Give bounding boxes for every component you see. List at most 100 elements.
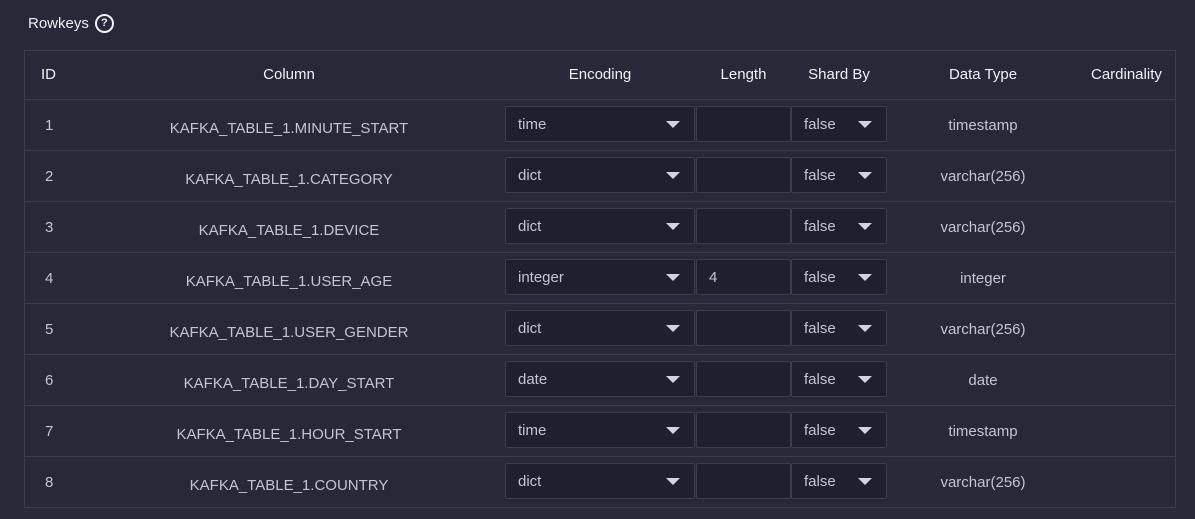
row-column-name: KAFKA_TABLE_1.HOUR_START <box>176 426 402 443</box>
header-cardinality: Cardinality <box>1091 66 1162 83</box>
header-encoding: Encoding <box>568 66 632 83</box>
row-data-type: integer <box>960 270 1006 287</box>
row-id: 4 <box>45 270 54 287</box>
shard-by-select[interactable]: false <box>791 310 887 346</box>
length-input[interactable] <box>696 157 791 193</box>
encoding-select[interactable]: dict <box>505 463 695 499</box>
table-row: 7 KAFKA_TABLE_1.HOUR_START time false ti… <box>25 406 1175 457</box>
row-column-name: KAFKA_TABLE_1.DAY_START <box>183 375 395 392</box>
caret-down-icon <box>858 223 872 230</box>
row-id: 3 <box>45 219 54 236</box>
caret-down-icon <box>666 376 680 383</box>
caret-down-icon <box>858 274 872 281</box>
shard-by-value: false <box>804 269 836 286</box>
length-input[interactable] <box>696 259 791 295</box>
caret-down-icon <box>858 478 872 485</box>
length-input[interactable] <box>696 310 791 346</box>
row-column-name: KAFKA_TABLE_1.USER_AGE <box>185 273 393 290</box>
table-row: 3 KAFKA_TABLE_1.DEVICE dict false varcha… <box>25 202 1175 253</box>
table-row: 5 KAFKA_TABLE_1.USER_GENDER dict false v… <box>25 304 1175 355</box>
table-row: 8 KAFKA_TABLE_1.COUNTRY dict false varch… <box>25 457 1175 508</box>
encoding-value: dict <box>518 320 542 337</box>
encoding-value: date <box>518 371 548 388</box>
encoding-select[interactable]: time <box>505 106 695 142</box>
encoding-select[interactable]: dict <box>505 310 695 346</box>
table-header: ID Column Encoding Length Shard By Data … <box>25 51 1175 100</box>
row-column-name: KAFKA_TABLE_1.MINUTE_START <box>169 120 409 137</box>
encoding-select[interactable]: date <box>505 361 695 397</box>
header-length: Length <box>720 66 767 83</box>
shard-by-value: false <box>804 218 836 235</box>
row-data-type: timestamp <box>948 117 1018 134</box>
encoding-value: integer <box>518 269 564 286</box>
shard-by-value: false <box>804 116 836 133</box>
encoding-select[interactable]: dict <box>505 157 695 193</box>
shard-by-select[interactable]: false <box>791 259 887 295</box>
row-data-type: varchar(256) <box>940 219 1026 236</box>
row-id: 2 <box>45 168 54 185</box>
caret-down-icon <box>666 274 680 281</box>
row-data-type: varchar(256) <box>940 321 1026 338</box>
shard-by-value: false <box>804 167 836 184</box>
caret-down-icon <box>666 223 680 230</box>
row-id: 1 <box>45 117 54 134</box>
shard-by-value: false <box>804 320 836 337</box>
caret-down-icon <box>666 478 680 485</box>
length-input[interactable] <box>696 106 791 142</box>
encoding-select[interactable]: integer <box>505 259 695 295</box>
header-data-type: Data Type <box>948 66 1018 83</box>
shard-by-select[interactable]: false <box>791 157 887 193</box>
rowkeys-table: ID Column Encoding Length Shard By Data … <box>24 50 1176 508</box>
shard-by-select[interactable]: false <box>791 208 887 244</box>
table-row: 4 KAFKA_TABLE_1.USER_AGE integer false i… <box>25 253 1175 304</box>
caret-down-icon <box>666 121 680 128</box>
section-title: Rowkeys <box>28 15 89 32</box>
encoding-value: time <box>518 116 547 133</box>
shard-by-select[interactable]: false <box>791 412 887 448</box>
header-id: ID <box>41 66 56 83</box>
header-shard-by: Shard By <box>808 66 870 83</box>
encoding-value: dict <box>518 167 542 184</box>
encoding-value: dict <box>518 218 542 235</box>
row-column-name: KAFKA_TABLE_1.CATEGORY <box>185 171 393 188</box>
length-input[interactable] <box>696 412 791 448</box>
section-header: Rowkeys ? <box>28 14 114 33</box>
table-row: 2 KAFKA_TABLE_1.CATEGORY dict false varc… <box>25 151 1175 202</box>
shard-by-value: false <box>804 422 836 439</box>
row-column-name: KAFKA_TABLE_1.DEVICE <box>198 222 380 239</box>
row-column-name: KAFKA_TABLE_1.COUNTRY <box>189 477 389 494</box>
shard-by-select[interactable]: false <box>791 361 887 397</box>
shard-by-select[interactable]: false <box>791 106 887 142</box>
caret-down-icon <box>666 325 680 332</box>
encoding-value: dict <box>518 473 542 490</box>
row-id: 8 <box>45 474 54 491</box>
encoding-select[interactable]: dict <box>505 208 695 244</box>
caret-down-icon <box>666 427 680 434</box>
row-id: 6 <box>45 372 54 389</box>
length-input[interactable] <box>696 463 791 499</box>
caret-down-icon <box>858 325 872 332</box>
caret-down-icon <box>858 376 872 383</box>
caret-down-icon <box>858 172 872 179</box>
shard-by-value: false <box>804 473 836 490</box>
shard-by-value: false <box>804 371 836 388</box>
caret-down-icon <box>858 121 872 128</box>
length-input[interactable] <box>696 361 791 397</box>
row-data-type: varchar(256) <box>940 474 1026 491</box>
row-column-name: KAFKA_TABLE_1.USER_GENDER <box>169 324 409 341</box>
encoding-select[interactable]: time <box>505 412 695 448</box>
table-row: 1 KAFKA_TABLE_1.MINUTE_START time false … <box>25 100 1175 151</box>
row-data-type: timestamp <box>948 423 1018 440</box>
table-row: 6 KAFKA_TABLE_1.DAY_START date false dat… <box>25 355 1175 406</box>
caret-down-icon <box>666 172 680 179</box>
row-data-type: date <box>968 372 998 389</box>
row-id: 7 <box>45 423 54 440</box>
question-circle-icon[interactable]: ? <box>94 14 114 33</box>
caret-down-icon <box>858 427 872 434</box>
header-column: Column <box>263 66 315 83</box>
shard-by-select[interactable]: false <box>791 463 887 499</box>
row-id: 5 <box>45 321 54 338</box>
row-data-type: varchar(256) <box>940 168 1026 185</box>
encoding-value: time <box>518 422 547 439</box>
length-input[interactable] <box>696 208 791 244</box>
